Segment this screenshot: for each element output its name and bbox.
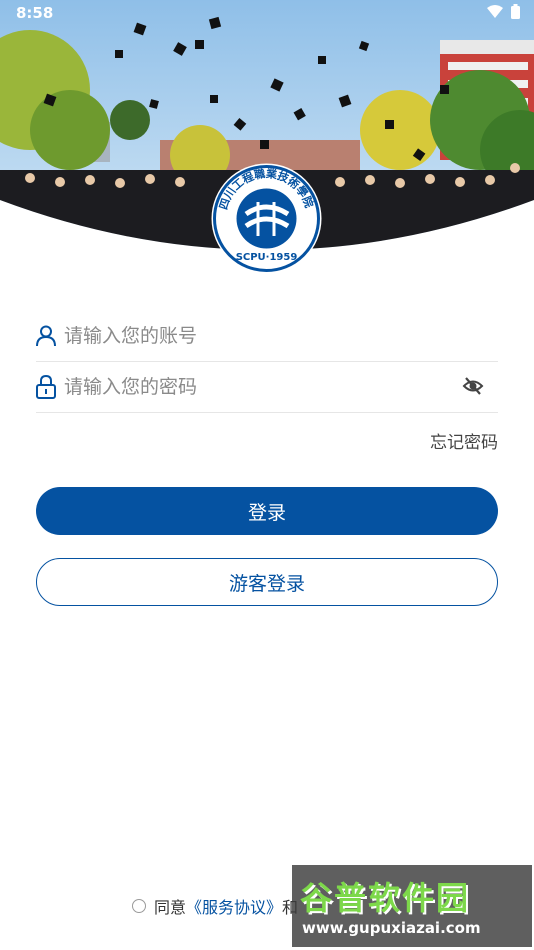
status-bar: 8:58 <box>0 0 534 28</box>
watermark: 谷普软件园 www.gupuxiazai.com <box>292 865 532 947</box>
wifi-icon <box>487 4 503 18</box>
agreement-row: 同意 《服务协议》 和 <box>132 894 298 918</box>
status-time: 8:58 <box>16 4 54 22</box>
forgot-password-link[interactable]: 忘记密码 <box>430 428 498 453</box>
account-input[interactable] <box>64 325 498 347</box>
service-agreement-link[interactable]: 《服务协议》 <box>186 894 282 918</box>
agreement-radio[interactable] <box>132 899 146 913</box>
guest-login-button[interactable]: 游客登录 <box>36 558 498 606</box>
lock-icon <box>36 375 56 399</box>
password-input[interactable] <box>64 376 498 398</box>
password-field <box>36 362 498 413</box>
login-button[interactable]: 登录 <box>36 487 498 535</box>
user-icon <box>36 324 56 348</box>
eye-off-icon[interactable] <box>462 375 484 401</box>
agreement-prefix: 同意 <box>154 898 187 917</box>
status-icons <box>487 4 520 19</box>
school-logo: 四川工程職業技術學院 SCPU·1959 <box>210 162 323 275</box>
watermark-brand: 谷普软件园 <box>300 879 471 917</box>
account-field <box>36 311 498 362</box>
battery-icon <box>511 4 520 19</box>
watermark-url: www.gupuxiazai.com <box>302 919 481 937</box>
logo-caption: SCPU·1959 <box>236 252 298 263</box>
